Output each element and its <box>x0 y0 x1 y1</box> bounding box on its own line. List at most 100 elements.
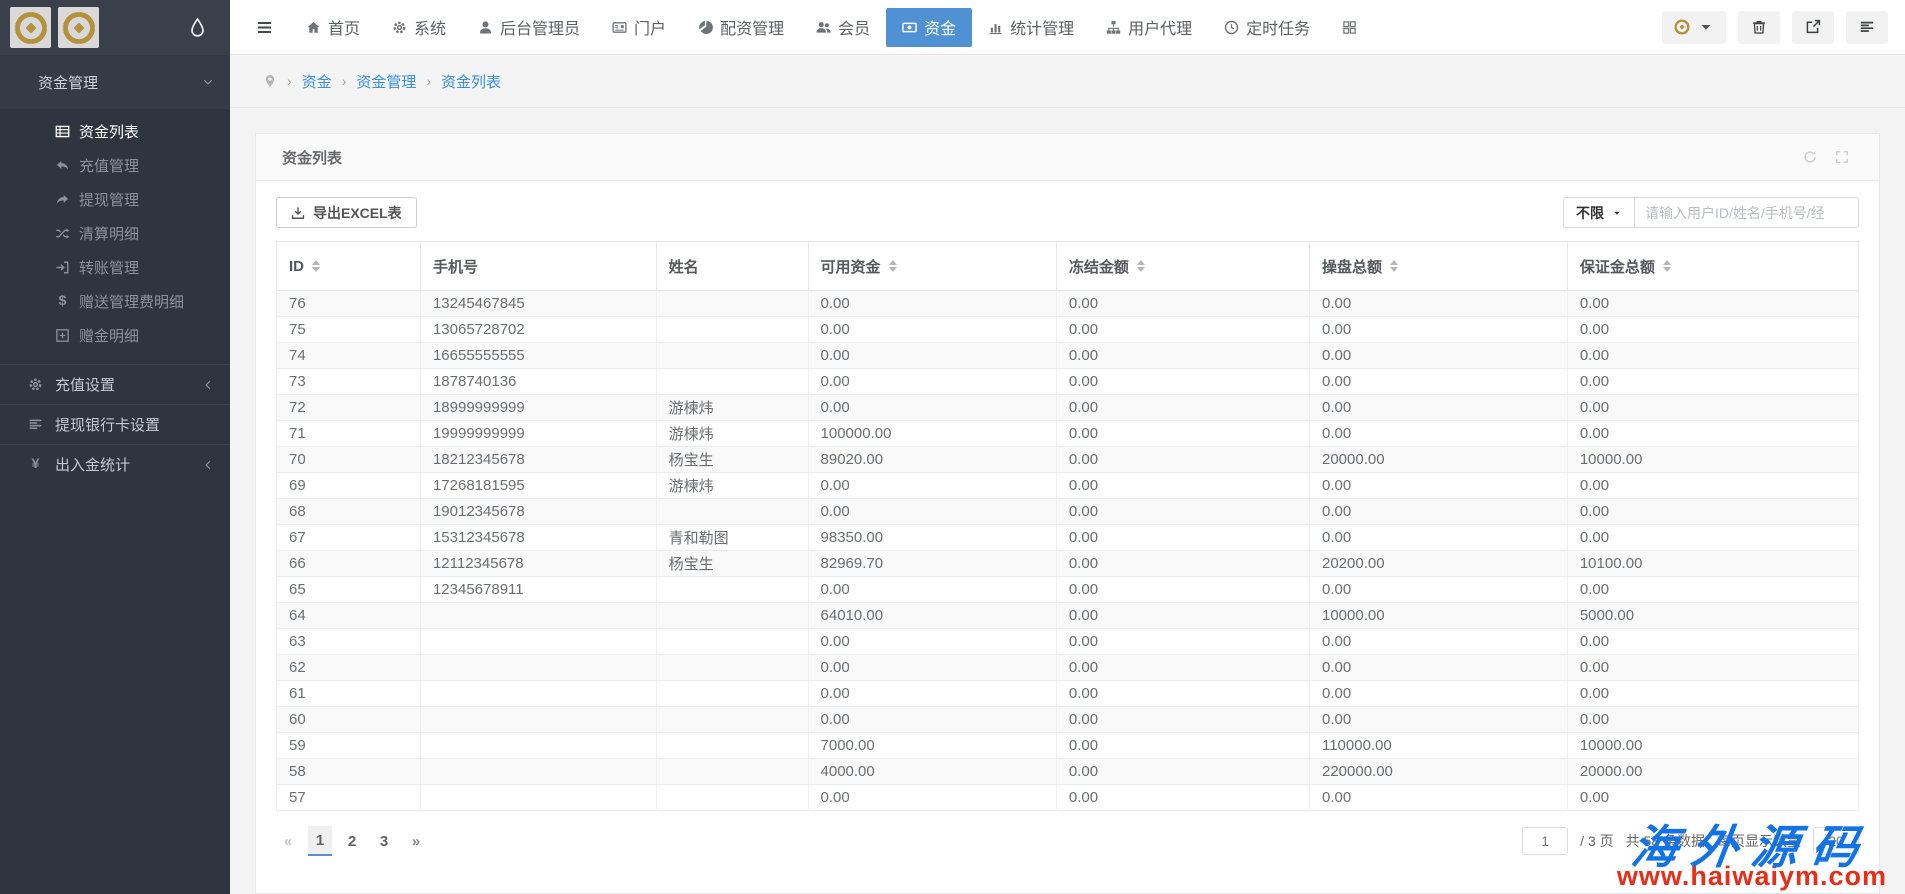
table-cell: 220000.00 <box>1309 759 1567 785</box>
table-cell: 0.00 <box>1309 577 1567 603</box>
external-link-button[interactable] <box>1792 11 1834 44</box>
topnav-item-9[interactable]: 定时任务 <box>1208 0 1326 55</box>
table-cell: 13065728702 <box>420 317 656 343</box>
export-excel-button[interactable]: 导出EXCEL表 <box>276 197 417 228</box>
table-cell: 0.00 <box>808 343 1056 369</box>
table-cell: 18212345678 <box>420 447 656 473</box>
topnav-item-4[interactable]: 配资管理 <box>682 0 800 55</box>
table-cell: 0.00 <box>1056 291 1309 317</box>
table-cell: 0.00 <box>1567 421 1858 447</box>
table-cell: 16655555555 <box>420 343 656 369</box>
sidebar-item-5[interactable]: $赠送管理费明细 <box>0 284 230 318</box>
brand-logo[interactable] <box>10 7 51 48</box>
table-cell: 0.00 <box>1309 369 1567 395</box>
sidebar-item-0[interactable]: 资金列表 <box>0 114 230 148</box>
page-jump-input[interactable] <box>1522 827 1568 855</box>
pagination-page-2[interactable]: 2 <box>340 826 364 856</box>
sidebar: 资金管理 资金列表充值管理提现管理清算明细转账管理 $赠送管理费明细赠金明细 充值… <box>0 0 230 894</box>
pie-icon <box>698 20 713 35</box>
table-cell: 65 <box>277 577 421 603</box>
table-cell: 0.00 <box>1309 473 1567 499</box>
table-cell: 0.00 <box>808 655 1056 681</box>
total-records-label: 共 58 条数据 <box>1626 831 1705 851</box>
water-drop-icon[interactable] <box>187 17 208 38</box>
main-content: 资金列表 导出EXCEL表 不限 <box>230 108 1905 894</box>
table-cell: 100000.00 <box>808 421 1056 447</box>
table-row: 75130657287020.000.000.000.00 <box>277 317 1859 343</box>
sidebar-submenu: 资金列表充值管理提现管理清算明细转账管理 $赠送管理费明细赠金明细 <box>0 109 230 364</box>
filter-dropdown[interactable]: 不限 <box>1563 197 1635 228</box>
column-header-3[interactable]: 可用资金 <box>808 242 1056 291</box>
topnav-item-0[interactable]: 首页 <box>290 0 376 55</box>
trash-button[interactable] <box>1738 11 1780 44</box>
table-cell <box>420 785 656 811</box>
column-header-4[interactable]: 冻结金额 <box>1056 242 1309 291</box>
sidebar-item-3[interactable]: 清算明细 <box>0 216 230 250</box>
table-cell: 12112345678 <box>420 551 656 577</box>
table-cell: 98350.00 <box>808 525 1056 551</box>
menu-toggle-icon[interactable] <box>255 18 274 37</box>
column-header-6[interactable]: 保证金总额 <box>1567 242 1858 291</box>
topnav-item-2[interactable]: 后台管理员 <box>462 0 596 55</box>
table-cell: 0.00 <box>1056 395 1309 421</box>
sidebar-item-4[interactable]: 转账管理 <box>0 250 230 284</box>
brand-logo-2[interactable] <box>58 7 99 48</box>
logo-strip <box>0 0 230 55</box>
table-cell: 10100.00 <box>1567 551 1858 577</box>
sidebar-group-label: 出入金统计 <box>55 454 130 475</box>
table-cell: 0.00 <box>1056 785 1309 811</box>
avatar-menu-button[interactable] <box>1662 11 1726 44</box>
log-list-button[interactable] <box>1846 11 1888 44</box>
sidebar-item-2[interactable]: 提现管理 <box>0 182 230 216</box>
table-cell: 0.00 <box>808 317 1056 343</box>
sort-icon[interactable] <box>1390 260 1398 272</box>
breadcrumb-link-1[interactable]: 资金管理 <box>356 71 416 92</box>
topnav-item-10[interactable] <box>1326 0 1373 55</box>
external-link-icon <box>1805 19 1821 35</box>
sort-icon[interactable] <box>1137 260 1145 272</box>
column-label: 可用资金 <box>821 256 881 277</box>
sidebar-group-1[interactable]: 提现银行卡设置 <box>0 404 230 444</box>
pagination-prev[interactable]: « <box>276 826 300 856</box>
table-cell <box>656 291 808 317</box>
pagination-page-1[interactable]: 1 <box>308 826 332 856</box>
table-cell: 0.00 <box>1567 525 1858 551</box>
grid-icon <box>1342 20 1357 35</box>
table-cell: 76 <box>277 291 421 317</box>
table-cell: 0.00 <box>1056 473 1309 499</box>
search-input[interactable] <box>1635 197 1859 228</box>
pagination-next[interactable]: » <box>404 826 428 856</box>
barchart-icon <box>988 20 1003 35</box>
column-header-5[interactable]: 操盘总额 <box>1309 242 1567 291</box>
sidebar-item-label: 赠金明细 <box>79 325 139 346</box>
sort-icon[interactable] <box>1663 260 1671 272</box>
refresh-icon[interactable] <box>1803 150 1817 164</box>
pagination-page-3[interactable]: 3 <box>372 826 396 856</box>
sort-icon[interactable] <box>889 260 897 272</box>
topnav-item-6[interactable]: 资金 <box>886 8 972 47</box>
table-cell: 0.00 <box>1056 707 1309 733</box>
table-cell: 0.00 <box>808 291 1056 317</box>
table-cell: 0.00 <box>808 395 1056 421</box>
topnav-item-3[interactable]: 门户 <box>596 0 682 55</box>
per-page-input[interactable] <box>1813 827 1859 855</box>
sidebar-section-funds[interactable]: 资金管理 <box>0 55 230 109</box>
table-cell: 0.00 <box>1056 525 1309 551</box>
sidebar-item-6[interactable]: 赠金明细 <box>0 318 230 352</box>
gear-icon <box>392 20 407 35</box>
breadcrumb-separator: › <box>342 73 347 89</box>
topnav-item-5[interactable]: 会员 <box>800 0 886 55</box>
expand-icon[interactable] <box>1835 150 1849 164</box>
sort-icon[interactable] <box>312 260 320 272</box>
topnav-item-1[interactable]: 系统 <box>376 0 462 55</box>
column-header-0[interactable]: ID <box>277 242 421 291</box>
sidebar-group-0[interactable]: 充值设置 <box>0 364 230 404</box>
table-cell: 0.00 <box>1309 317 1567 343</box>
sidebar-group-2[interactable]: ¥出入金统计 <box>0 444 230 484</box>
topnav-item-7[interactable]: 统计管理 <box>972 0 1090 55</box>
topnav-item-8[interactable]: 用户代理 <box>1090 0 1208 55</box>
sidebar-item-1[interactable]: 充值管理 <box>0 148 230 182</box>
breadcrumb-link-0[interactable]: 资金 <box>302 71 332 92</box>
sidebar-item-label: 转账管理 <box>79 257 139 278</box>
table-row: 600.000.000.000.00 <box>277 707 1859 733</box>
